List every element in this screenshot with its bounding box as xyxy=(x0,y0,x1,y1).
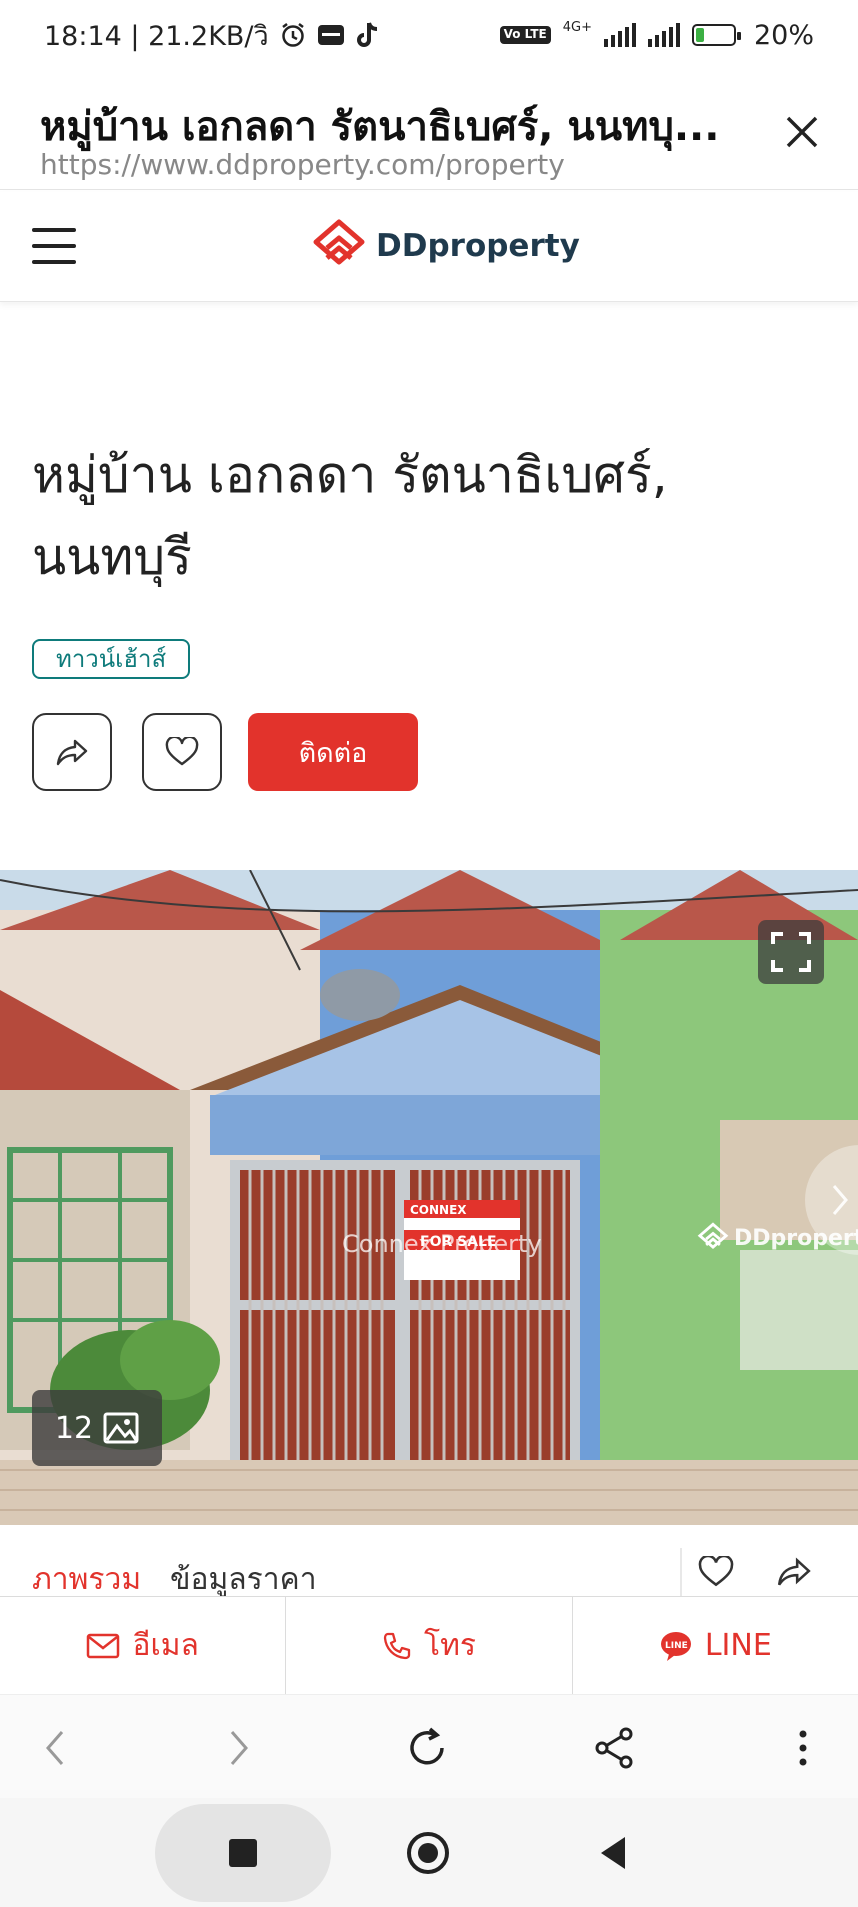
heart-icon xyxy=(165,737,199,766)
photo-count: 12 xyxy=(54,1410,94,1446)
mail-icon xyxy=(87,1633,120,1658)
heart-icon xyxy=(698,1554,734,1587)
status-bar: 18:14 | 21.2KB/วิ Vo LTE 4G+ 20% xyxy=(0,0,858,70)
listing-actions xyxy=(32,713,222,791)
home-circle-icon xyxy=(407,1832,449,1874)
browser-title-bar: หมู่บ้าน เอกลดา รัตนาธิเบศร์, นนทบุ... h… xyxy=(0,80,858,190)
email-button[interactable]: อีเมล xyxy=(0,1597,287,1694)
network-type-label: 4G+ xyxy=(562,19,592,35)
volte-badge: Vo LTE xyxy=(499,26,551,44)
line-button[interactable]: LINE LINE xyxy=(573,1597,858,1694)
chevron-right-icon xyxy=(230,1731,248,1765)
share-tab-button[interactable] xyxy=(776,1556,812,1592)
listing-title: หมู่บ้าน เอกลดา รัตนาธิเบศร์, นนทบุรี xyxy=(32,446,668,586)
fullscreen-button[interactable] xyxy=(758,920,824,984)
more-vertical-icon xyxy=(799,1730,807,1766)
brand-name: DDproperty xyxy=(376,228,580,264)
svg-text:LINE: LINE xyxy=(665,1641,688,1651)
share-arrow-icon xyxy=(56,739,88,766)
app-notification-icon xyxy=(317,23,345,47)
signal-icon-2 xyxy=(647,23,680,47)
share-arrow-icon xyxy=(777,1557,811,1586)
reload-icon xyxy=(410,1727,444,1765)
ddproperty-watermark-icon xyxy=(697,1222,729,1250)
home-button[interactable] xyxy=(403,1828,453,1878)
favorite-tab-button[interactable] xyxy=(698,1554,734,1592)
chevron-right-icon xyxy=(832,1185,848,1215)
forward-button[interactable] xyxy=(212,1721,266,1775)
recent-apps-button[interactable] xyxy=(155,1804,331,1902)
reload-button[interactable] xyxy=(400,1721,454,1775)
call-button[interactable]: โทร xyxy=(286,1597,573,1694)
back-button[interactable] xyxy=(28,1721,82,1775)
property-type-badge: ทาวน์เฮ้าส์ xyxy=(32,639,191,679)
browser-navigation-bar xyxy=(0,1694,858,1798)
close-icon xyxy=(786,116,818,148)
tiktok-icon xyxy=(355,21,381,49)
favorite-button[interactable] xyxy=(142,713,222,791)
close-button[interactable] xyxy=(780,110,824,154)
photo-count-button[interactable]: 12 xyxy=(32,1390,162,1466)
image-gallery-icon xyxy=(103,1412,139,1444)
listing-tabs: ภาพรวม ข้อมูลราคา xyxy=(0,1528,858,1600)
chevron-left-icon xyxy=(46,1731,64,1765)
site-header: DDproperty xyxy=(0,192,858,302)
time-network-text: 18:14 | 21.2KB/วิ xyxy=(44,20,269,52)
line-app-icon: LINE xyxy=(660,1631,691,1661)
system-back-button[interactable] xyxy=(588,1828,638,1878)
fullscreen-icon xyxy=(771,932,811,972)
sign-brand: CONNEX xyxy=(410,1203,467,1217)
more-options-button[interactable] xyxy=(776,1721,830,1775)
ddproperty-logo-icon xyxy=(313,219,365,265)
share-page-button[interactable] xyxy=(588,1721,642,1775)
alarm-icon xyxy=(279,21,307,49)
system-navigation-bar xyxy=(0,1798,858,1907)
share-button[interactable] xyxy=(32,713,112,791)
contact-bar: อีเมล โทร LINE LINE xyxy=(0,1596,858,1694)
menu-button[interactable] xyxy=(32,228,76,264)
tabs-divider xyxy=(680,1548,682,1598)
phone-icon xyxy=(383,1632,411,1659)
brand-logo[interactable]: DDproperty xyxy=(310,218,580,274)
battery-charging-icon xyxy=(691,24,741,46)
contact-button[interactable]: ติดต่อ xyxy=(248,713,418,791)
call-label: โทร xyxy=(423,1628,476,1663)
share-nodes-icon xyxy=(595,1727,633,1769)
battery-percent: 20% xyxy=(753,19,814,51)
signal-icon xyxy=(603,23,636,47)
line-label: LINE xyxy=(704,1628,772,1663)
photo-watermark-center: Connex Property xyxy=(342,1230,542,1258)
email-label: อีเมล xyxy=(132,1628,199,1663)
back-triangle-icon xyxy=(601,1837,625,1869)
square-icon xyxy=(229,1839,257,1867)
page-url[interactable]: https://www.ddproperty.com/property xyxy=(40,148,565,181)
